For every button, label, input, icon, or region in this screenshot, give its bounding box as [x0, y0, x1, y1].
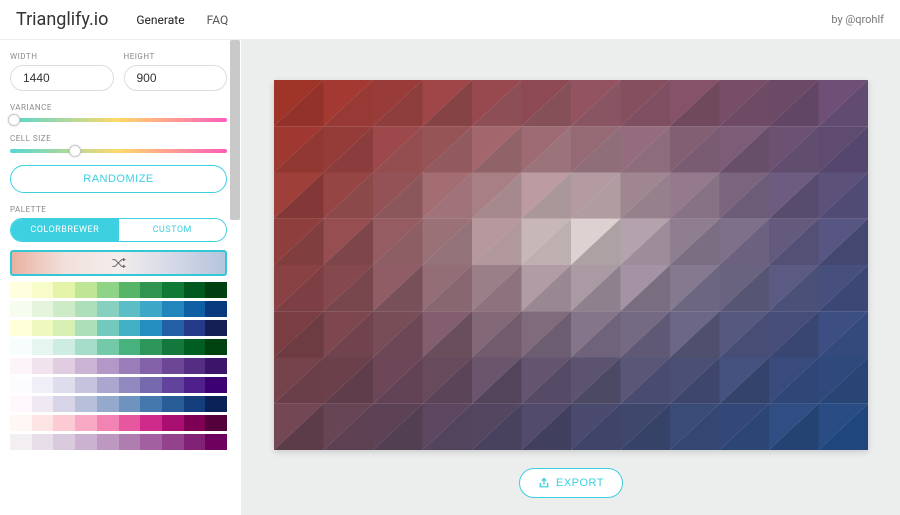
palette-row[interactable] [10, 358, 227, 374]
cellsize-slider[interactable] [10, 149, 227, 153]
export-label: EXPORT [556, 477, 604, 489]
brand: Trianglify.io [16, 9, 108, 30]
height-input[interactable] [124, 65, 228, 91]
palette-label: PALETTE [10, 205, 227, 214]
palette-list [10, 282, 227, 450]
palette-tabs: COLORBREWER CUSTOM [10, 218, 227, 242]
shuffle-icon [111, 257, 127, 269]
sidebar: WIDTH HEIGHT VARIANCE CELL SIZE RANDOMIZ… [0, 40, 242, 515]
variance-label: VARIANCE [10, 103, 227, 112]
nav-generate[interactable]: Generate [136, 13, 184, 27]
palette-row[interactable] [10, 301, 227, 317]
width-input[interactable] [10, 65, 114, 91]
width-label: WIDTH [10, 52, 114, 61]
main: WIDTH HEIGHT VARIANCE CELL SIZE RANDOMIZ… [0, 40, 900, 515]
export-icon [538, 477, 550, 489]
artwork-preview [274, 80, 868, 450]
cellsize-label: CELL SIZE [10, 134, 227, 143]
scrollbar[interactable] [230, 40, 240, 220]
credit: by @qrohlf [831, 13, 884, 26]
randomize-button[interactable]: RANDOMIZE [10, 165, 227, 193]
palette-row[interactable] [10, 396, 227, 412]
variance-thumb[interactable] [8, 114, 20, 126]
palette-row[interactable] [10, 339, 227, 355]
export-button[interactable]: EXPORT [519, 468, 623, 498]
palette-row[interactable] [10, 377, 227, 393]
palette-row[interactable] [10, 434, 227, 450]
palette-row[interactable] [10, 320, 227, 336]
variance-slider[interactable] [10, 118, 227, 122]
nav-faq[interactable]: FAQ [207, 13, 229, 27]
topbar: Trianglify.io Generate FAQ by @qrohlf [0, 0, 900, 40]
tab-custom[interactable]: CUSTOM [119, 219, 227, 241]
palette-row[interactable] [10, 415, 227, 431]
cellsize-thumb[interactable] [69, 145, 81, 157]
height-label: HEIGHT [124, 52, 228, 61]
palette-row[interactable] [10, 282, 227, 298]
tab-colorbrewer[interactable]: COLORBREWER [11, 219, 119, 241]
canvas-area: EXPORT [242, 40, 900, 515]
shuffle-palette-button[interactable] [10, 250, 227, 276]
